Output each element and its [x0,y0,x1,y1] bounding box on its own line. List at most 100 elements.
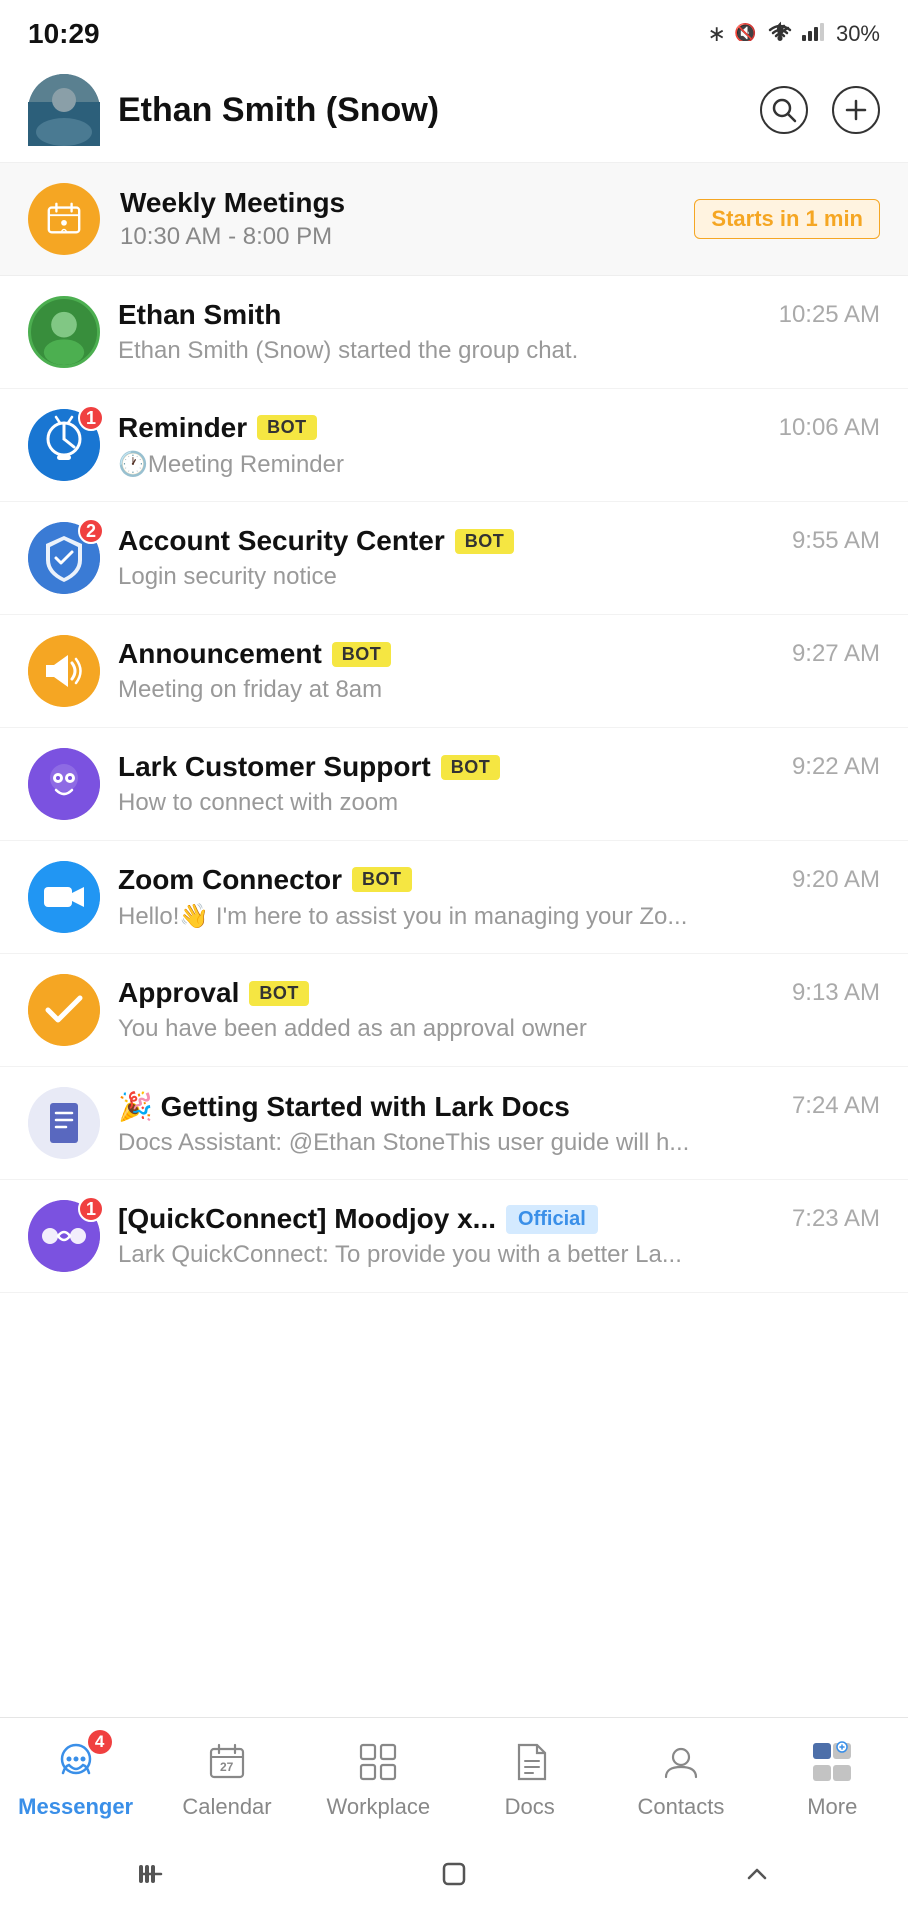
chat-header-row: Lark Customer Support BOT 9:22 AM [118,751,880,783]
bluetooth-icon: ∗ [708,21,726,47]
nav-item-messenger[interactable]: 4 Messenger [16,1736,136,1820]
unread-badge: 1 [78,1196,104,1222]
chat-content: Ethan Smith 10:25 AM Ethan Smith (Snow) … [118,299,880,365]
chat-header-row: Approval BOT 9:13 AM [118,977,880,1009]
avatar-wrap [28,974,100,1046]
chat-item[interactable]: 1 Reminder BOT 10:06 AM 🕐Meeting Reminde… [0,389,908,502]
nav-item-contacts[interactable]: Contacts [621,1736,741,1820]
nav-badge: 4 [88,1730,112,1754]
search-button[interactable] [760,86,808,134]
nav-label: Calendar [182,1794,271,1820]
nav-item-calendar[interactable]: 27 Calendar [167,1736,287,1820]
avatar-wrap: 2 [28,522,100,594]
nav-icon-wrap: 4 [50,1736,102,1788]
meeting-title: Weekly Meetings [120,187,674,219]
chat-item[interactable]: Ethan Smith 10:25 AM Ethan Smith (Snow) … [0,276,908,389]
chat-header-row: Account Security Center BOT 9:55 AM [118,525,880,557]
chat-name-text: Zoom Connector [118,864,342,896]
header-title: Ethan Smith (Snow) [118,91,760,130]
nav-icon-wrap [655,1736,707,1788]
chat-header-row: Announcement BOT 9:27 AM [118,638,880,670]
chat-avatar [28,748,100,820]
bottom-nav: 4 Messenger 27 Calendar Workplace Docs [0,1717,908,1836]
nav-item-docs[interactable]: Docs [470,1736,590,1820]
chat-avatar [28,861,100,933]
avatar-wrap [28,1087,100,1159]
chat-time: 7:23 AM [792,1205,880,1233]
chat-name: Ethan Smith [118,299,281,331]
avatar-wrap [28,296,100,368]
chat-time: 9:27 AM [792,640,880,668]
chat-item[interactable]: Approval BOT 9:13 AM You have been added… [0,954,908,1067]
meeting-banner[interactable]: Weekly Meetings 10:30 AM - 8:00 PM Start… [0,163,908,276]
chat-header-row: 🎉 Getting Started with Lark Docs 7:24 AM [118,1090,880,1123]
contacts-icon [655,1736,707,1788]
avatar-wrap [28,861,100,933]
status-icons: ∗ 🔇 30% [708,20,880,48]
chat-content: Announcement BOT 9:27 AM Meeting on frid… [118,638,880,704]
nav-label: Contacts [638,1794,725,1820]
recents-button[interactable] [727,1852,787,1896]
unread-badge: 2 [78,518,104,544]
add-button[interactable] [832,86,880,134]
avatar-wrap: 1 [28,1200,100,1272]
chat-preview: Docs Assistant: @Ethan StoneThis user gu… [118,1129,842,1157]
avatar[interactable] [28,74,100,146]
svg-text:27: 27 [220,1760,234,1774]
chat-name-text: Lark Customer Support [118,751,431,783]
more-icon [806,1736,858,1788]
chat-time: 9:55 AM [792,527,880,555]
bot-badge: BOT [455,529,515,554]
chat-preview: Login security notice [118,563,842,591]
svg-text:🔇: 🔇 [734,22,756,41]
chat-name-text: 🎉 Getting Started with Lark Docs [118,1090,570,1123]
nav-item-more[interactable]: More [772,1736,892,1820]
chat-time: 9:20 AM [792,866,880,894]
wifi-icon [766,20,794,48]
chat-time: 7:24 AM [792,1092,880,1120]
chat-avatar [28,1087,100,1159]
chat-item[interactable]: Lark Customer Support BOT 9:22 AM How to… [0,728,908,841]
back-button[interactable] [121,1852,181,1896]
chat-preview: Hello!👋 I'm here to assist you in managi… [118,902,842,931]
chat-item[interactable]: 2 Account Security Center BOT 9:55 AM Lo… [0,502,908,615]
chat-avatar [28,635,100,707]
avatar-wrap [28,635,100,707]
chat-content: [QuickConnect] Moodjoy x... Official 7:2… [118,1203,880,1269]
chat-avatar [28,974,100,1046]
chat-preview: Meeting on friday at 8am [118,676,842,704]
chat-name-text: Account Security Center [118,525,445,557]
nav-item-workplace[interactable]: Workplace [318,1736,438,1820]
home-button[interactable] [424,1852,484,1896]
chat-time: 10:25 AM [779,301,880,329]
chat-item[interactable]: Zoom Connector BOT 9:20 AM Hello!👋 I'm h… [0,841,908,954]
nav-label: More [807,1794,857,1820]
chat-name-text: Approval [118,977,239,1009]
chat-content: Zoom Connector BOT 9:20 AM Hello!👋 I'm h… [118,864,880,931]
nav-label: Workplace [327,1794,431,1820]
meeting-info: Weekly Meetings 10:30 AM - 8:00 PM [120,187,674,251]
chat-item[interactable]: 🎉 Getting Started with Lark Docs 7:24 AM… [0,1067,908,1180]
bot-badge: BOT [332,642,392,667]
mute-icon: 🔇 [734,21,758,47]
chat-item[interactable]: 1 [QuickConnect] Moodjoy x... Official 7… [0,1180,908,1293]
bot-badge: BOT [352,867,412,892]
chat-item[interactable]: Announcement BOT 9:27 AM Meeting on frid… [0,615,908,728]
battery-indicator: 30% [836,21,880,47]
status-bar: 10:29 ∗ 🔇 30% [0,0,908,58]
chat-list: Ethan Smith 10:25 AM Ethan Smith (Snow) … [0,276,908,1717]
nav-icon-wrap [806,1736,858,1788]
chat-header-row: Ethan Smith 10:25 AM [118,299,880,331]
chat-name: Lark Customer Support BOT [118,751,500,783]
chat-name: Reminder BOT [118,412,317,444]
nav-icon-wrap [352,1736,404,1788]
workplace-icon [352,1736,404,1788]
chat-preview: You have been added as an approval owner [118,1015,842,1043]
avatar-wrap: 1 [28,409,100,481]
chat-time: 10:06 AM [779,414,880,442]
chat-preview: Lark QuickConnect: To provide you with a… [118,1241,842,1269]
signal-icon [802,21,828,47]
chat-name: [QuickConnect] Moodjoy x... Official [118,1203,598,1235]
meeting-time: 10:30 AM - 8:00 PM [120,223,674,251]
chat-content: Account Security Center BOT 9:55 AM Logi… [118,525,880,591]
